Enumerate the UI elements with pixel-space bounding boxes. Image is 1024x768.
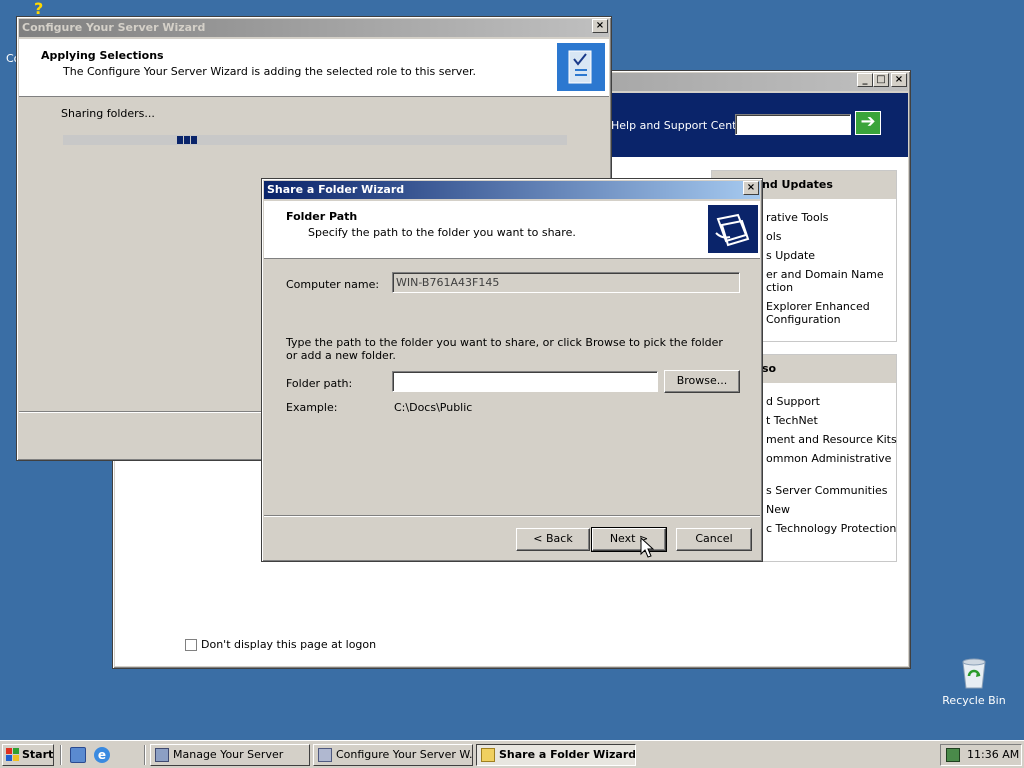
configure-wizard-header: Applying Selections The Configure Your S… (19, 39, 609, 97)
network-tray-icon[interactable] (946, 748, 960, 762)
panel-link[interactable]: t TechNet (766, 414, 818, 427)
instructions-text: Type the path to the folder you want to … (286, 336, 723, 362)
panel-link[interactable]: Explorer Enhanced (766, 300, 870, 313)
cancel-button[interactable]: Cancel (676, 528, 752, 551)
progress-block (191, 136, 197, 144)
close-button[interactable]: × (592, 19, 608, 33)
panel-link[interactable]: ommon Administrative (766, 452, 891, 465)
shared-folder-icon (708, 205, 758, 253)
taskbar-item-manage-server[interactable]: Manage Your Server (150, 744, 310, 766)
computer-name-label-text: Computer name: (286, 278, 380, 291)
desktop-question-icon[interactable]: ? (34, 1, 50, 17)
system-tray: 11:36 AM (940, 744, 1022, 766)
panel-link[interactable]: s Update (766, 249, 815, 262)
panel-link[interactable]: s Server Communities (766, 484, 888, 497)
updates-panel-title: nd Updates (762, 178, 833, 191)
show-desktop-icon[interactable] (70, 747, 86, 763)
share-wizard-titlebar: Share a Folder Wizard (264, 181, 760, 199)
internet-explorer-icon[interactable]: e (94, 747, 110, 763)
example-label: Example: (286, 401, 338, 414)
browse-button[interactable]: Browse... (664, 370, 740, 393)
task-label: Share a Folder Wizard (499, 748, 636, 761)
folder-path-label: Folder path: (286, 377, 353, 390)
task-divider (144, 745, 146, 765)
progress-block (184, 136, 190, 144)
next-button[interactable]: Next > (591, 527, 667, 552)
taskbar: Start e Manage Your Server Configure You… (0, 740, 1024, 768)
close-button[interactable]: × (743, 181, 759, 195)
configure-wizard-titlebar: Configure Your Server Wizard (19, 19, 609, 37)
configure-wizard-subheading: The Configure Your Server Wizard is addi… (63, 65, 477, 78)
start-button[interactable]: Start (2, 744, 54, 766)
progress-block (177, 136, 183, 144)
share-wizard-header: Folder Path Specify the path to the fold… (264, 201, 760, 259)
close-button[interactable]: × (891, 73, 907, 87)
panel-link[interactable]: Configuration (766, 313, 841, 326)
go-arrow-button[interactable]: ➔ (855, 111, 881, 135)
folder-path-input[interactable] (392, 371, 658, 392)
dont-display-checkbox[interactable] (185, 639, 197, 651)
help-search-label: Help and Support Center (611, 119, 748, 132)
back-button[interactable]: < Back (516, 528, 590, 551)
taskbar-item-configure-wizard[interactable]: Configure Your Server W... (313, 744, 473, 766)
see-also-panel-title: so (762, 362, 777, 375)
share-wizard-divider (264, 515, 760, 517)
server-icon (155, 748, 169, 762)
recycle-bin[interactable]: Recycle Bin (940, 654, 1008, 710)
configure-progress-bar (63, 135, 567, 145)
panel-link[interactable]: ction (766, 281, 793, 294)
help-search-input[interactable] (735, 114, 851, 135)
panel-link[interactable]: New (766, 503, 790, 516)
start-label: Start (22, 748, 54, 761)
task-label: Configure Your Server W... (336, 748, 473, 761)
mouse-cursor-icon (640, 537, 654, 558)
clock[interactable]: 11:36 AM (967, 748, 1019, 761)
panel-link[interactable]: rative Tools (766, 211, 829, 224)
computer-name-value: WIN-B761A43F145 (396, 276, 500, 289)
panel-link[interactable]: ment and Resource Kits (766, 433, 897, 446)
recycle-bin-label: Recycle Bin (942, 694, 1006, 707)
share-wizard-subheading: Specify the path to the folder you want … (308, 226, 576, 239)
configure-wizard-status: Sharing folders... (61, 107, 155, 120)
computer-name-field: WIN-B761A43F145 (392, 272, 740, 293)
panel-link[interactable]: d Support (766, 395, 820, 408)
example-value: C:\Docs\Public (394, 401, 473, 414)
panel-link[interactable]: c Technology Protection (766, 522, 896, 535)
share-wizard-heading: Folder Path (286, 210, 358, 223)
configure-wizard-heading: Applying Selections (41, 49, 164, 62)
maximize-button[interactable]: □ (873, 73, 889, 87)
taskbar-item-share-wizard[interactable]: Share a Folder Wizard (476, 744, 636, 766)
recycle-bin-icon (962, 658, 986, 689)
windows-logo-icon (6, 748, 19, 761)
minimize-button[interactable]: _ (857, 73, 873, 87)
panel-link[interactable]: ols (766, 230, 782, 243)
folder-icon (481, 748, 495, 762)
wizard-icon (318, 748, 332, 762)
share-folder-wizard: Share a Folder Wizard × Folder Path Spec… (261, 178, 763, 562)
quick-launch-divider (60, 745, 62, 765)
dont-display-label[interactable]: Don't display this page at logon (201, 638, 376, 651)
task-label: Manage Your Server (173, 748, 284, 761)
panel-link[interactable]: er and Domain Name (766, 268, 884, 281)
computer-name-label: Computer name: (286, 278, 379, 291)
server-wizard-icon (557, 43, 605, 91)
